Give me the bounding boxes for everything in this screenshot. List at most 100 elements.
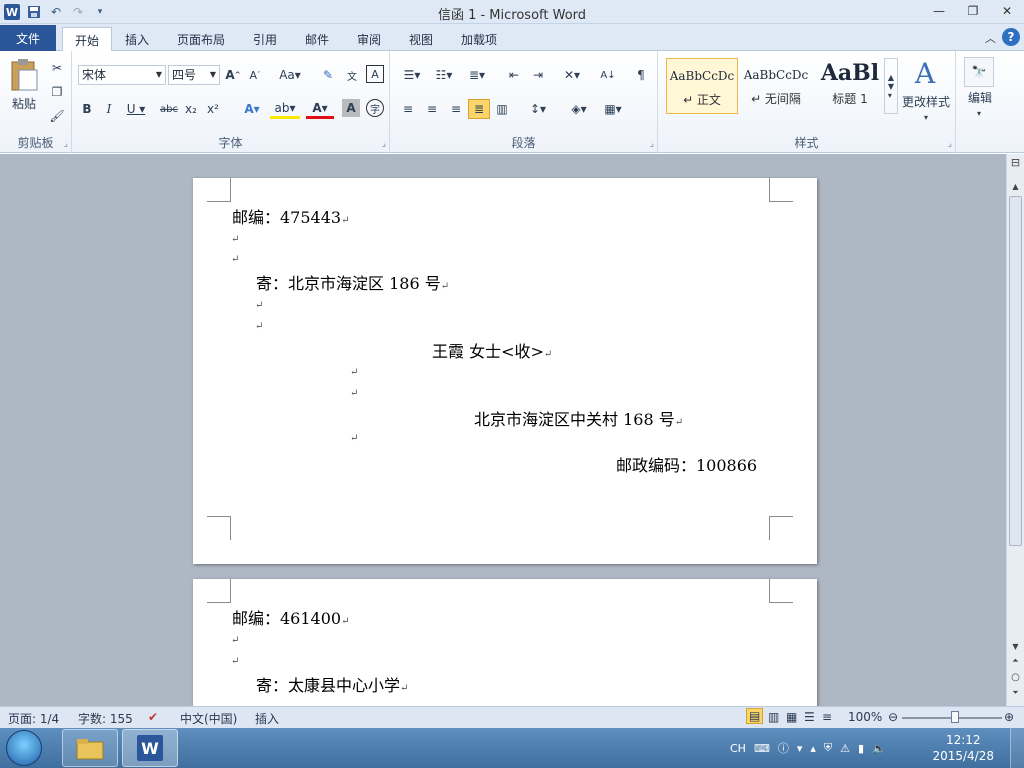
previous-page-icon[interactable]: ⏶ [1007, 656, 1024, 666]
tab-home[interactable]: 开始 [62, 27, 112, 52]
tab-references[interactable]: 引用 [246, 27, 284, 51]
explorer-taskbar-button[interactable] [62, 729, 118, 767]
styles-scroll-icon[interactable]: ▲ ▼ ▾ [884, 58, 898, 114]
align-center-icon[interactable]: ≡ [422, 99, 442, 119]
scroll-thumb[interactable] [1009, 196, 1022, 546]
show-hidden-icons-icon[interactable]: ▴ [810, 742, 816, 755]
clear-format-icon[interactable]: ✎ [318, 65, 338, 85]
zoom-slider-knob[interactable] [951, 711, 959, 723]
multilevel-list-icon[interactable]: ≣▾ [462, 65, 492, 85]
change-styles-dropdown-icon[interactable]: ▾ [920, 111, 932, 123]
decrease-indent-icon[interactable]: ⇤ [504, 65, 524, 85]
borders-icon[interactable]: ▦▾ [598, 99, 628, 119]
strikethrough-icon[interactable]: abc [158, 99, 180, 119]
zoom-in-icon[interactable]: ⊕ [1004, 710, 1014, 724]
text-effects-icon[interactable]: A▾ [238, 99, 266, 119]
tab-review[interactable]: 审阅 [350, 27, 388, 51]
draft-icon[interactable]: ≡ [822, 710, 832, 724]
minimize-ribbon-icon[interactable]: ︿ [985, 28, 996, 46]
styles-launcher-icon[interactable]: ⌟ [948, 139, 952, 149]
bullets-icon[interactable]: ☰▾ [398, 65, 426, 85]
shrink-font-icon[interactable]: Aˇ [246, 65, 264, 85]
line-spacing-icon[interactable]: ↕▾ [524, 99, 552, 119]
show-marks-icon[interactable]: ¶ [632, 65, 650, 85]
paragraph-launcher-icon[interactable]: ⌟ [650, 139, 654, 149]
outline-icon[interactable]: ☰ [804, 710, 815, 724]
language-indicator[interactable]: 中文(中国) [180, 710, 237, 727]
shading-icon[interactable]: ◈▾ [564, 99, 594, 119]
keyboard-icon[interactable]: ⌨ [754, 742, 770, 755]
ime-options-icon[interactable]: ▾ [797, 742, 803, 755]
font-size-select[interactable]: 四号 ▼ [168, 65, 220, 85]
document-page-2[interactable]: 邮编：461400↵ ↵ ↵ 寄：太康县中心小学↵ [193, 579, 817, 706]
align-left-icon[interactable]: ≡ [398, 99, 418, 119]
format-painter-icon[interactable]: 🖌 [48, 107, 66, 125]
help-icon[interactable]: ? [1002, 28, 1020, 46]
tab-insert[interactable]: 插入 [118, 27, 156, 51]
spelling-check-icon[interactable]: ✔ [148, 710, 158, 724]
phonetic-guide-icon[interactable]: 文 [342, 65, 362, 85]
chinese-layout-icon[interactable]: ✕▾ [558, 65, 586, 85]
vertical-scrollbar[interactable]: ⊟ ▲ ▼ ⏶ ○ ⏷ [1006, 154, 1024, 706]
insert-mode[interactable]: 插入 [255, 710, 279, 727]
clipboard-launcher-icon[interactable]: ⌟ [64, 139, 68, 149]
font-launcher-icon[interactable]: ⌟ [382, 139, 386, 149]
binoculars-icon[interactable]: 🔭 [964, 57, 994, 87]
security-icon[interactable]: ⛨ [824, 741, 832, 755]
tab-view[interactable]: 视图 [402, 27, 440, 51]
italic-icon[interactable]: I [100, 99, 118, 119]
web-layout-icon[interactable]: ▦ [786, 710, 797, 724]
bold-icon[interactable]: B [78, 99, 96, 119]
print-layout-icon[interactable]: ▤ [746, 708, 764, 724]
volume-icon[interactable]: 🔈 [872, 742, 886, 755]
justify-icon[interactable]: ≣ [468, 99, 490, 119]
word-taskbar-button[interactable]: W [122, 729, 178, 767]
sort-icon[interactable]: A↓ [598, 65, 618, 85]
ime-indicator[interactable]: CH [730, 742, 746, 755]
char-shading-icon[interactable]: A [342, 99, 360, 117]
font-color-icon[interactable]: A▾ [306, 99, 334, 119]
show-desktop-button[interactable] [1010, 728, 1024, 768]
editing-dropdown-icon[interactable]: ▾ [972, 107, 986, 119]
superscript-icon[interactable]: x² [204, 99, 222, 119]
document-page-1[interactable]: 邮编：475443↵ ↵ ↵ 寄：北京市海淀区 186 号↵ ↵ ↵ 王霞 女士… [193, 178, 817, 564]
numbering-icon[interactable]: ☷▾ [430, 65, 458, 85]
underline-icon[interactable]: U ▾ [122, 99, 150, 119]
tab-page-layout[interactable]: 页面布局 [170, 27, 232, 51]
zoom-level[interactable]: 100% [848, 710, 882, 724]
align-right-icon[interactable]: ≡ [446, 99, 466, 119]
paste-button[interactable]: 粘贴 [4, 95, 44, 111]
next-page-icon[interactable]: ⏷ [1007, 688, 1024, 698]
scroll-down-icon[interactable]: ▼ [1007, 642, 1024, 651]
start-button[interactable] [6, 730, 42, 766]
cut-icon[interactable]: ✂ [48, 59, 66, 77]
enclose-char-icon[interactable]: 字 [366, 99, 384, 117]
highlight-icon[interactable]: ab▾ [270, 99, 300, 119]
restore-icon[interactable]: ❐ [956, 0, 990, 22]
distribute-icon[interactable]: ▥ [492, 99, 512, 119]
style-normal[interactable]: AaBbCcDc ↵ 正文 [666, 58, 738, 114]
scroll-up-icon[interactable]: ▲ [1007, 182, 1024, 191]
style-no-spacing[interactable]: AaBbCcDc ↵ 无间隔 [740, 58, 812, 114]
style-heading-1[interactable]: AaBl 标题 1 [814, 58, 886, 114]
change-styles-button[interactable]: 更改样式 [898, 93, 954, 109]
close-icon[interactable]: ✕ [990, 0, 1024, 22]
change-case-icon[interactable]: Aa▾ [278, 65, 302, 85]
signal-icon[interactable]: ▮ [858, 742, 864, 755]
change-styles-icon[interactable]: A [902, 55, 948, 91]
grow-font-icon[interactable]: A ^ [224, 65, 242, 85]
clock[interactable]: 12:12 2015/4/28 [932, 732, 994, 764]
zoom-out-icon[interactable]: ⊖ [888, 710, 898, 724]
subscript-icon[interactable]: x₂ [182, 99, 200, 119]
increase-indent-icon[interactable]: ⇥ [528, 65, 548, 85]
editing-button[interactable]: 编辑 [960, 89, 1000, 105]
help-icon[interactable]: ⓘ [778, 740, 789, 756]
browse-object-icon[interactable]: ○ [1007, 672, 1024, 683]
page-count[interactable]: 页面: 1/4 [8, 710, 59, 727]
full-screen-reading-icon[interactable]: ▥ [768, 710, 779, 724]
copy-icon[interactable]: ❐ [48, 83, 66, 101]
word-count[interactable]: 字数: 155 [78, 710, 133, 727]
char-border-icon[interactable]: A [366, 65, 384, 83]
tab-file[interactable]: 文件 [0, 25, 56, 51]
minimize-icon[interactable]: — [922, 0, 956, 22]
